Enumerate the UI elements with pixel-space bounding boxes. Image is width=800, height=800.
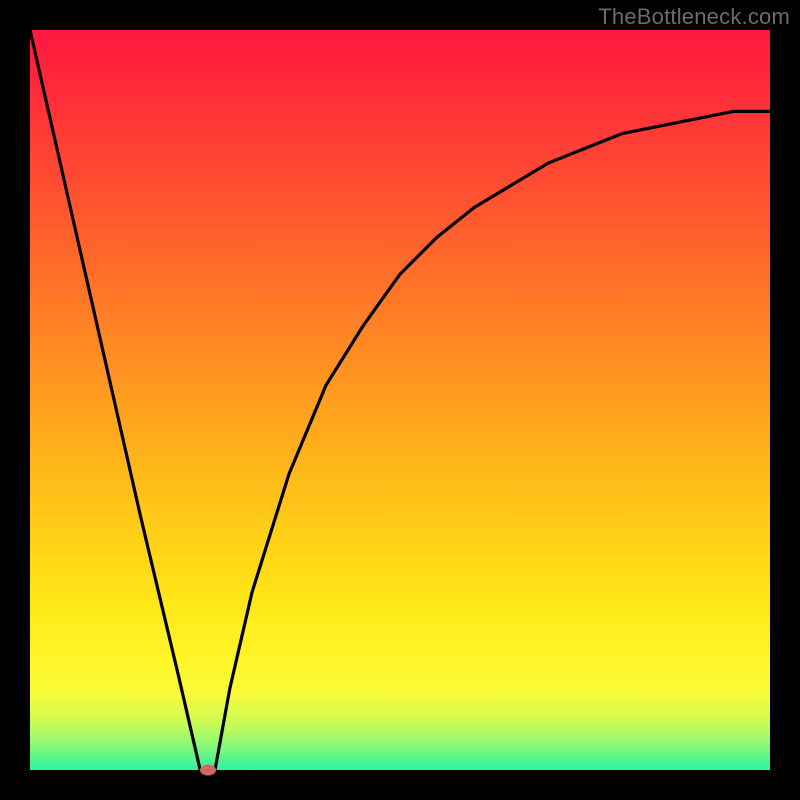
bottleneck-curve	[30, 30, 770, 770]
minimum-marker-dot	[200, 765, 216, 776]
plot-area	[30, 30, 770, 770]
chart-frame: TheBottleneck.com	[0, 0, 800, 800]
watermark-text: TheBottleneck.com	[598, 4, 790, 30]
